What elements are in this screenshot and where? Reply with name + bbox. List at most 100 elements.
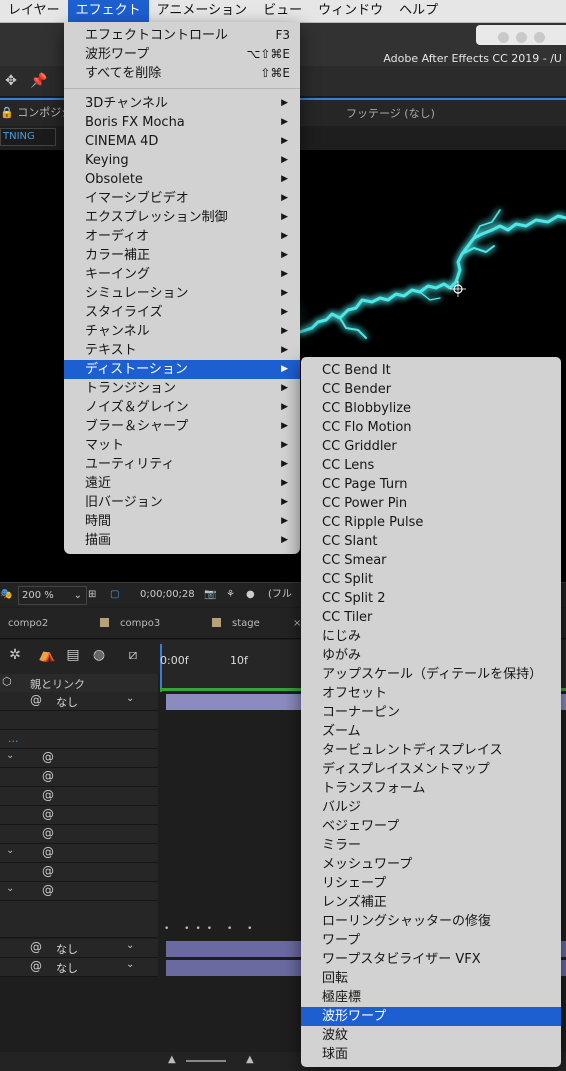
menu-item-category[interactable]: キーイング ▶	[64, 265, 300, 284]
transparency-grid-icon[interactable]: ▢	[110, 586, 119, 603]
layer-row[interactable]: @ なし ⌄	[0, 692, 158, 711]
submenu-item-distortion-effect[interactable]: ゆがみ	[301, 646, 561, 665]
mask-icon[interactable]: 🎭	[0, 586, 12, 603]
pickwhip-icon[interactable]: @	[42, 769, 54, 783]
menu-item-category[interactable]: Obsolete ▶	[64, 170, 300, 189]
submenu-item-distortion-effect[interactable]: CC Griddler	[301, 437, 561, 456]
pin-tool-icon[interactable]: 📌	[30, 72, 48, 90]
menu-item-category[interactable]: 時間 ▶	[64, 512, 300, 531]
submenu-item-distortion-effect[interactable]: ローリングシャッターの修復	[301, 912, 561, 931]
menu-item-category[interactable]: 遠近 ▶	[64, 474, 300, 493]
resolution-select[interactable]: (フル	[268, 586, 292, 603]
submenu-item-distortion-effect[interactable]: 波形ワープ	[301, 1007, 561, 1026]
submenu-item-distortion-effect[interactable]: CC Split	[301, 570, 561, 589]
pickwhip-icon[interactable]: @	[42, 883, 54, 897]
channel-icon[interactable]: ●	[246, 586, 255, 603]
submenu-item-distortion-effect[interactable]: ワープ	[301, 931, 561, 950]
menu-item-category[interactable]: 旧バージョン ▶	[64, 493, 300, 512]
layer-row[interactable]: ⌄ @	[0, 749, 158, 768]
tab-composition[interactable]: 🔒 コンポジシ	[0, 104, 72, 120]
menu-item-category[interactable]: イマーシブビデオ ▶	[64, 189, 300, 208]
menu-item-category[interactable]: Boris FX Mocha ▶	[64, 113, 300, 132]
submenu-item-distortion-effect[interactable]: にじみ	[301, 627, 561, 646]
pickwhip-icon[interactable]: @	[42, 807, 54, 821]
frame-blending-icon[interactable]: ▤	[64, 646, 82, 664]
submenu-item-distortion-effect[interactable]: タービュレントディスプレイス	[301, 741, 561, 760]
pickwhip-icon[interactable]: @	[42, 788, 54, 802]
pickwhip-icon[interactable]: @	[42, 750, 54, 764]
parent-select-value[interactable]: なし	[56, 694, 78, 710]
menu-item-category[interactable]: 3Dチャンネル ▶	[64, 94, 300, 113]
submenu-item-distortion-effect[interactable]: CC Lens	[301, 456, 561, 475]
composition-name-chip[interactable]: TNING	[0, 128, 56, 146]
submenu-item-distortion-effect[interactable]: CC Page Turn	[301, 475, 561, 494]
menu-item-category[interactable]: ディストーション ▶	[64, 360, 300, 379]
tab-stage[interactable]: stage	[232, 618, 260, 629]
menu-item-category[interactable]: トランジション ▶	[64, 379, 300, 398]
draft-3d-icon[interactable]: ⛺	[38, 646, 56, 664]
menu-item-category[interactable]: ブラー＆シャープ ▶	[64, 417, 300, 436]
menubar-item-help[interactable]: ヘルプ	[391, 0, 446, 22]
menubar-item-view[interactable]: ビュー	[255, 0, 310, 22]
zoom-window-icon[interactable]	[534, 32, 545, 43]
menubar-item-animation[interactable]: アニメーション	[149, 0, 255, 22]
menu-item-category[interactable]: カラー補正 ▶	[64, 246, 300, 265]
submenu-item-distortion-effect[interactable]: CC Blobbylize	[301, 399, 561, 418]
menu-item-category[interactable]: CINEMA 4D ▶	[64, 132, 300, 151]
pickwhip-icon[interactable]: @	[42, 864, 54, 878]
submenu-item-distortion-effect[interactable]: 波紋	[301, 1026, 561, 1045]
submenu-item-distortion-effect[interactable]: 回転	[301, 969, 561, 988]
menubar-item-window[interactable]: ウィンドウ	[310, 0, 391, 22]
minimize-window-icon[interactable]	[516, 32, 527, 43]
menu-item-category[interactable]: ユーティリティ ▶	[64, 455, 300, 474]
zoom-slider[interactable]	[186, 1060, 226, 1062]
motion-blur-icon[interactable]: ◍	[90, 646, 108, 664]
submenu-item-distortion-effect[interactable]: CC Ripple Pulse	[301, 513, 561, 532]
show-snapshot-icon[interactable]: ⚘	[226, 586, 235, 603]
submenu-item-distortion-effect[interactable]: ディスプレイスメントマップ	[301, 760, 561, 779]
layer-row[interactable]: @	[0, 787, 158, 806]
submenu-item-distortion-effect[interactable]: レンズ補正	[301, 893, 561, 912]
zoom-in-icon[interactable]: ▲	[246, 1054, 254, 1065]
ellipsis-link[interactable]: ...	[8, 732, 19, 745]
submenu-item-distortion-effect[interactable]: CC Tiler	[301, 608, 561, 627]
close-window-icon[interactable]	[498, 32, 509, 43]
layer-row[interactable]: @	[0, 863, 158, 882]
pickwhip-icon[interactable]: @	[42, 826, 54, 840]
zoom-out-icon[interactable]: ▲	[168, 1054, 176, 1065]
menu-item-category[interactable]: マット ▶	[64, 436, 300, 455]
menu-item-category[interactable]: スタイライズ ▶	[64, 303, 300, 322]
menu-item-category[interactable]: テキスト ▶	[64, 341, 300, 360]
tab-compo3[interactable]: compo3	[120, 618, 160, 629]
menu-item-category[interactable]: シミュレーション ▶	[64, 284, 300, 303]
zoom-select[interactable]: 200 % ⌄	[18, 586, 87, 605]
snapshot-icon[interactable]: 📷	[204, 586, 216, 603]
submenu-item-distortion-effect[interactable]: トランスフォーム	[301, 779, 561, 798]
menu-item-last-effect[interactable]: 波形ワープ ⌥⇧⌘E	[64, 45, 300, 64]
submenu-item-distortion-effect[interactable]: CC Power Pin	[301, 494, 561, 513]
chevron-down-icon[interactable]: ⌄	[126, 940, 134, 951]
layer-row[interactable]: @	[0, 768, 158, 787]
menu-item-category[interactable]: エクスプレッション制御 ▶	[64, 208, 300, 227]
pickwhip-icon[interactable]: @	[30, 940, 42, 954]
puppet-tool-icon[interactable]: ✥	[2, 72, 20, 90]
chevron-down-icon[interactable]: ⌄	[6, 883, 14, 894]
parent-select-value[interactable]: なし	[56, 960, 78, 976]
timecode[interactable]: 0;00;00;28	[140, 586, 195, 603]
chevron-down-icon[interactable]: ⌄	[6, 845, 14, 856]
layer-row[interactable]: @ なし ⌄	[0, 939, 158, 958]
pickwhip-icon[interactable]: @	[30, 693, 42, 707]
chevron-down-icon[interactable]: ⌄	[126, 693, 134, 704]
menubar-item-layer[interactable]: レイヤー	[0, 0, 68, 22]
chevron-down-icon[interactable]: ⌄	[126, 959, 134, 970]
tab-footage[interactable]: フッテージ (なし)	[346, 105, 435, 121]
menu-item-category[interactable]: オーディオ ▶	[64, 227, 300, 246]
layer-row[interactable]: @ なし ⌄	[0, 958, 158, 977]
submenu-item-distortion-effect[interactable]: CC Bend It	[301, 361, 561, 380]
layer-row[interactable]: @	[0, 825, 158, 844]
submenu-item-distortion-effect[interactable]: アップスケール（ディテールを保持）	[301, 665, 561, 684]
submenu-item-distortion-effect[interactable]: CC Split 2	[301, 589, 561, 608]
parent-select-value[interactable]: なし	[56, 941, 78, 957]
submenu-item-distortion-effect[interactable]: ズーム	[301, 722, 561, 741]
menu-item-remove-all[interactable]: すべてを削除 ⇧⌘E	[64, 64, 300, 83]
